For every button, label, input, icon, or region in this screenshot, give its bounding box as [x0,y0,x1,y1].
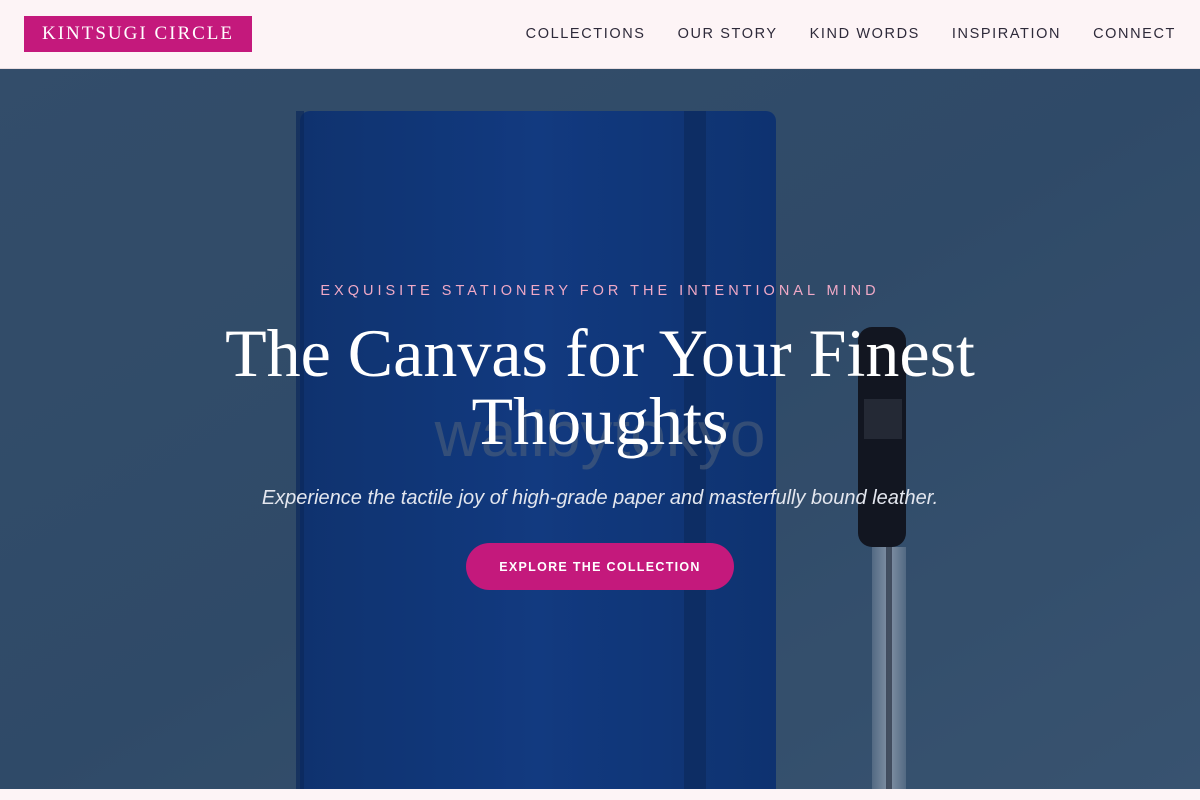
page-bottom-strip [0,789,1200,800]
nav-item-connect[interactable]: CONNECT [1093,26,1176,42]
explore-collection-button[interactable]: EXPLORE THE COLLECTION [466,543,734,590]
nav-item-kind-words[interactable]: KIND WORDS [810,26,920,42]
hero-section: wallbytokyo EXQUISITE STATIONERY FOR THE… [0,69,1200,789]
brand-logo[interactable]: KINTSUGI CIRCLE [24,16,252,52]
hero-headline: The Canvas for Your Finest Thoughts [225,315,975,459]
hero-eyebrow: EXQUISITE STATIONERY FOR THE INTENTIONAL… [320,283,880,299]
nav-item-collections[interactable]: COLLECTIONS [526,26,646,42]
top-navbar: KINTSUGI CIRCLE COLLECTIONS OUR STORY KI… [0,0,1200,69]
main-nav: COLLECTIONS OUR STORY KIND WORDS INSPIRA… [494,26,1176,42]
nav-item-our-story[interactable]: OUR STORY [678,26,778,42]
nav-item-inspiration[interactable]: INSPIRATION [952,26,1061,42]
hero-content: EXQUISITE STATIONERY FOR THE INTENTIONAL… [0,69,1200,789]
hero-subtitle: Experience the tactile joy of high-grade… [261,487,939,509]
